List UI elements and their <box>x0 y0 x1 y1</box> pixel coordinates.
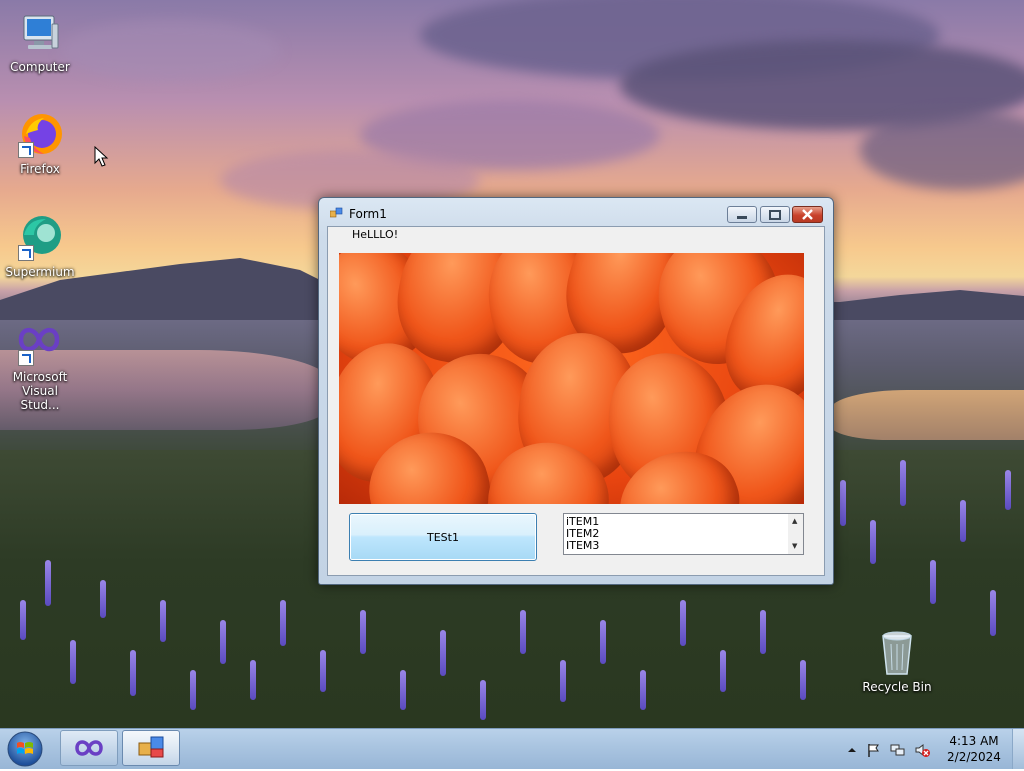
items-listbox[interactable]: iTEM1 ITEM2 ITEM3 ▲ ▼ <box>563 513 804 555</box>
minimize-icon <box>737 216 747 219</box>
clock-date: 2/2/2024 <box>947 750 1001 764</box>
shortcut-arrow-icon <box>18 245 34 261</box>
desktop-icon-supermium[interactable]: Supermium <box>0 215 80 279</box>
start-button[interactable] <box>4 730 46 768</box>
listbox-items: iTEM1 ITEM2 ITEM3 <box>566 516 599 552</box>
system-clock[interactable]: 4:13 AM 2/2/2024 <box>944 733 1004 765</box>
app-icon <box>330 207 343 218</box>
show-hidden-icons-icon[interactable] <box>844 742 860 758</box>
taskbar: 4:13 AM 2/2/2024 <box>0 728 1024 769</box>
computer-icon <box>16 10 64 58</box>
scroll-down-icon[interactable]: ▼ <box>792 542 797 550</box>
window-title: Form1 <box>349 207 387 221</box>
desktop-icon-label: Supermium <box>5 265 75 279</box>
listbox-scrollbar[interactable]: ▲ ▼ <box>788 514 803 554</box>
network-icon[interactable] <box>890 742 906 758</box>
desktop-icon-label: Firefox <box>20 162 60 176</box>
visual-studio-icon <box>75 740 103 756</box>
shortcut-arrow-icon <box>18 350 34 366</box>
close-icon <box>802 209 813 220</box>
title-bar[interactable]: Form1 <box>319 198 833 226</box>
restore-icon <box>769 210 781 220</box>
list-item[interactable]: ITEM3 <box>566 540 599 552</box>
desktop-icon-label: Microsoft Visual Stud... <box>12 370 68 412</box>
desktop-icon-recycle-bin[interactable]: Recycle Bin <box>860 630 934 694</box>
close-button[interactable] <box>792 206 823 223</box>
hello-label: HeLLLO! <box>349 227 402 242</box>
desktop-icon-label: Recycle Bin <box>862 680 932 694</box>
supermium-icon <box>16 215 64 263</box>
taskbar-form1[interactable] <box>122 730 180 766</box>
minimize-button[interactable] <box>727 206 757 223</box>
windows-logo-icon <box>7 731 43 767</box>
firefox-icon <box>16 112 64 160</box>
scroll-up-icon[interactable]: ▲ <box>792 517 797 525</box>
form-client-area: HeLLLO! TESt1 iTEM1 ITEM2 ITEM3 ▲ ▼ <box>327 226 825 576</box>
taskbar-visual-studio[interactable] <box>60 730 118 766</box>
desktop-icon-computer[interactable]: Computer <box>0 10 80 74</box>
mouse-cursor-icon <box>94 146 109 167</box>
shortcut-arrow-icon <box>18 142 34 158</box>
desktop-icon-visual-studio[interactable]: Microsoft Visual Stud... <box>0 320 80 412</box>
form1-window[interactable]: Form1 HeLLLO! TESt1 iTEM1 ITEM2 ITEM3 ▲ … <box>318 197 834 585</box>
button-label: TESt1 <box>427 530 459 544</box>
desktop-icon-firefox[interactable]: Firefox <box>0 112 80 176</box>
picture-box <box>339 253 804 504</box>
app-icon <box>138 736 164 758</box>
test1-button[interactable]: TESt1 <box>349 513 537 561</box>
recycle-bin-icon <box>877 630 917 676</box>
visual-studio-icon <box>16 320 64 368</box>
action-center-flag-icon[interactable] <box>866 742 882 758</box>
maximize-button[interactable] <box>760 206 790 223</box>
show-desktop-button[interactable] <box>1012 729 1024 769</box>
volume-muted-icon[interactable] <box>914 742 930 758</box>
desktop-icon-label: Computer <box>10 60 70 74</box>
clock-time: 4:13 AM <box>949 734 999 748</box>
